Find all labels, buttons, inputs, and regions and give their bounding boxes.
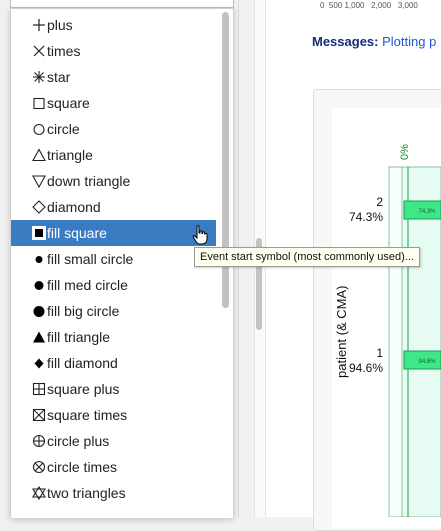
fill-diamond-icon <box>32 356 46 370</box>
fill-big-circle-icon <box>32 304 46 318</box>
cma-plot: 0% 2 74.3% 74.3% 1 94.6% 94.6% patient (… <box>334 144 441 517</box>
option-label: plus <box>47 17 73 33</box>
circle-times-icon <box>32 460 46 474</box>
fill-small-circle-icon <box>32 252 46 266</box>
option-fill-big-circle[interactable]: fill big circle <box>11 298 216 324</box>
option-two-triangles[interactable]: two triangles <box>11 480 216 506</box>
option-square-plus[interactable]: square plus <box>11 376 216 402</box>
symbol-select-input[interactable] <box>10 0 234 8</box>
option-label: fill diamond <box>47 355 118 371</box>
option-label: fill triangle <box>47 329 111 345</box>
option-label: square <box>47 95 90 111</box>
option-diamond[interactable]: diamond <box>11 194 216 220</box>
option-times[interactable]: times <box>11 38 216 64</box>
axis-tick-labels: 0 500 1,000 2,000 3,000 <box>320 1 418 10</box>
diamond-icon <box>32 200 46 214</box>
fill-triangle-icon <box>32 330 46 344</box>
option-circle-plus[interactable]: circle plus <box>11 428 216 454</box>
messages-label: Messages: <box>312 34 379 49</box>
two-triangles-icon <box>32 486 46 500</box>
fill-med-circle-icon <box>32 278 46 292</box>
patient-1-cma: 94.6% <box>349 361 383 375</box>
option-label: times <box>47 43 81 59</box>
y-axis-label: patient (& CMA) <box>334 286 349 378</box>
option-plus[interactable]: plus <box>11 12 216 38</box>
square-icon <box>32 96 46 110</box>
tooltip: Event start symbol (most commonly used).… <box>194 247 420 267</box>
patient-2-cma: 74.3% <box>349 210 383 224</box>
option-circle[interactable]: circle <box>11 116 216 142</box>
option-triangle[interactable]: triangle <box>11 142 216 168</box>
square-plus-icon <box>32 382 46 396</box>
option-label: circle times <box>47 459 118 475</box>
patient-1-bar-label: 94.6% <box>418 359 436 365</box>
plus-icon <box>32 18 46 32</box>
option-label: down triangle <box>47 173 131 189</box>
option-down-triangle[interactable]: down triangle <box>11 168 216 194</box>
circle-icon <box>32 122 46 136</box>
option-label: fill small circle <box>47 251 134 267</box>
option-fill-triangle[interactable]: fill triangle <box>11 324 216 350</box>
option-square[interactable]: square <box>11 90 216 116</box>
triangle-icon <box>32 148 46 162</box>
square-times-icon <box>32 408 46 422</box>
option-label: circle plus <box>47 433 110 449</box>
fill-square-icon <box>32 226 46 240</box>
option-label: square plus <box>47 381 120 397</box>
circle-plus-icon <box>32 434 46 448</box>
option-label: star <box>47 69 71 85</box>
option-fill-small-circle[interactable]: fill small circle <box>11 246 216 272</box>
option-fill-square[interactable]: fill square <box>11 220 216 246</box>
option-star[interactable]: star <box>11 64 216 90</box>
messages-line: Messages: Plotting p <box>312 34 436 49</box>
option-square-times[interactable]: square times <box>11 402 216 428</box>
option-label: fill square <box>47 225 107 241</box>
option-fill-diamond[interactable]: fill diamond <box>11 350 216 376</box>
option-label: fill big circle <box>47 303 120 319</box>
star-icon <box>32 70 46 84</box>
times-icon <box>32 44 46 58</box>
option-circle-times[interactable]: circle times <box>11 454 216 480</box>
option-label: circle <box>47 121 80 137</box>
option-label: diamond <box>47 199 101 215</box>
option-label: two triangles <box>47 485 126 501</box>
plot-left-strip <box>388 166 403 517</box>
option-fill-med-circle[interactable]: fill med circle <box>11 272 216 298</box>
messages-text: Plotting p <box>382 34 437 49</box>
option-label: triangle <box>47 147 93 163</box>
option-label: fill med circle <box>47 277 128 293</box>
option-label: square times <box>47 407 128 423</box>
patient-2-bar-label: 74.3% <box>418 209 436 215</box>
plot-top-label: 0% <box>399 144 411 160</box>
patient-2-id: 2 <box>376 195 383 209</box>
down-triangle-icon <box>32 174 46 188</box>
hand-pointer-icon <box>192 225 208 245</box>
patient-1-id: 1 <box>376 346 383 360</box>
